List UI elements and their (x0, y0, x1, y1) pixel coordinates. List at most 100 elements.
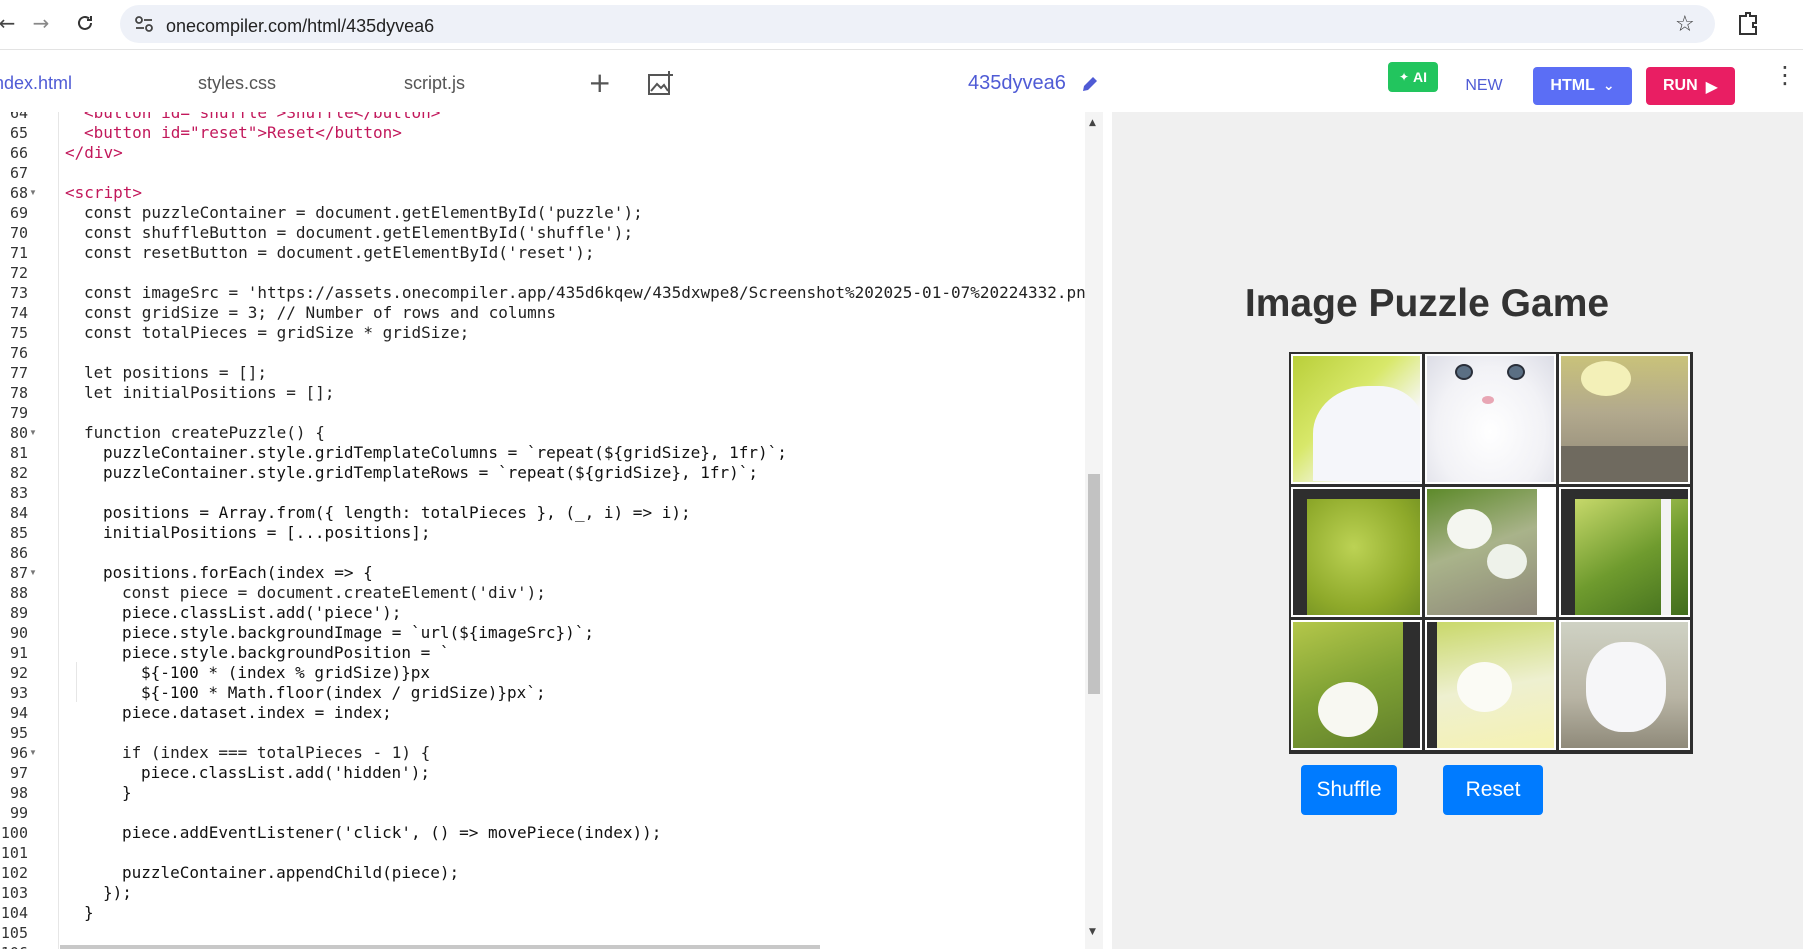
tab-index-html[interactable]: index.html (0, 73, 72, 94)
address-bar[interactable]: onecompiler.com/html/435dyvea6 ☆ (120, 5, 1715, 43)
ai-label: AI (1413, 69, 1428, 85)
code-line: const gridSize = 3; // Number of rows an… (84, 303, 557, 322)
puzzle-piece[interactable] (1425, 487, 1556, 617)
arrow-left-icon[interactable]: ← (0, 8, 22, 38)
fold-arrow-icon[interactable]: ▼ (29, 183, 37, 203)
puzzle-piece[interactable] (1425, 354, 1556, 484)
code-line: <script> (65, 183, 143, 202)
bookmark-star-icon[interactable]: ☆ (1675, 12, 1695, 37)
code-line: const totalPieces = gridSize * gridSize; (84, 323, 470, 342)
site-info-icon[interactable] (134, 15, 154, 38)
line-number: 77 (9, 364, 28, 382)
scrollbar-thumb[interactable] (1088, 474, 1100, 694)
code-line: positions = Array.from({ length: totalPi… (103, 503, 691, 522)
new-button[interactable]: NEW (1456, 67, 1512, 105)
line-number: 94 (9, 704, 28, 722)
line-number: 96 (9, 744, 28, 762)
new-label: NEW (1465, 77, 1503, 94)
language-select[interactable]: HTML ⌄ (1533, 67, 1632, 105)
puzzle-piece[interactable] (1559, 487, 1690, 617)
code-line: }); (103, 883, 132, 902)
code-line: piece.addEventListener('click', () => mo… (122, 823, 662, 842)
line-number: 102 (0, 864, 28, 882)
line-number: 78 (9, 384, 28, 402)
line-number: 85 (9, 524, 28, 542)
puzzle-grid (1289, 352, 1693, 754)
scroll-down-arrow-icon[interactable]: ▼ (1089, 927, 1096, 937)
puzzle-piece[interactable] (1291, 354, 1422, 484)
run-button[interactable]: RUN ▶ (1646, 67, 1735, 105)
tab-script-js[interactable]: script.js (404, 73, 465, 94)
shuffle-button[interactable]: Shuffle (1301, 765, 1397, 815)
line-number: 103 (0, 884, 28, 902)
add-image-icon[interactable] (647, 70, 675, 101)
code-line: piece.style.backgroundImage = `url(${ima… (122, 623, 595, 642)
line-number: 74 (9, 304, 28, 322)
line-number: 89 (9, 604, 28, 622)
line-number: 65 (9, 124, 28, 142)
puzzle-piece[interactable] (1559, 620, 1690, 750)
code-line: puzzleContainer.style.gridTemplateColumn… (103, 443, 787, 462)
line-number: 79 (9, 404, 28, 422)
editor-horizontal-scrollbar[interactable] (60, 945, 820, 949)
puzzle-piece[interactable] (1425, 620, 1556, 750)
more-vertical-icon[interactable]: ⋮ (1773, 63, 1797, 87)
line-number: 80 (9, 424, 28, 442)
ai-button[interactable]: ✦ AI (1388, 62, 1438, 92)
code-line: } (84, 903, 94, 922)
line-number: 97 (9, 764, 28, 782)
fold-arrow-icon[interactable]: ▼ (29, 423, 37, 443)
reset-button[interactable]: Reset (1443, 765, 1543, 815)
line-number: 101 (0, 844, 28, 862)
play-icon: ▶ (1705, 76, 1718, 96)
code-line: const piece = document.createElement('di… (122, 583, 546, 602)
fold-arrow-icon[interactable]: ▼ (29, 743, 37, 763)
chevron-down-icon: ⌄ (1602, 78, 1615, 94)
code-line: piece.dataset.index = index; (122, 703, 392, 722)
language-label: HTML (1550, 77, 1595, 94)
sparkle-icon: ✦ (1398, 70, 1410, 84)
code-line: let positions = []; (84, 363, 268, 382)
code-line: puzzleContainer.appendChild(piece); (122, 863, 460, 882)
line-number: 81 (9, 444, 28, 462)
code-line: let initialPositions = []; (84, 383, 335, 402)
line-number: 76 (9, 344, 28, 362)
puzzle-piece[interactable] (1291, 487, 1422, 617)
reload-icon[interactable] (70, 8, 100, 38)
line-number: 67 (9, 164, 28, 182)
line-number: 93 (9, 684, 28, 702)
scroll-up-arrow-icon[interactable]: ▲ (1089, 118, 1096, 128)
line-number: 100 (0, 824, 28, 842)
line-number-gutter: 64 65 66 67 68 ▼ 69 70 71 72 73 74 75 76 77 78 79 80 ▼ 81 82… (0, 112, 42, 949)
code-id-label: 435dyvea6 (968, 72, 1066, 94)
code-line: const resetButton = document.getElementB… (84, 243, 595, 262)
tab-styles-css[interactable]: styles.css (198, 73, 276, 94)
line-number: 95 (9, 724, 28, 742)
code-line: </div> (65, 143, 123, 162)
code-line: ${-100 * (index % gridSize)}px (141, 663, 430, 682)
line-number: 87 (9, 564, 28, 582)
line-number: 91 (9, 644, 28, 662)
line-number: 66 (9, 144, 28, 162)
line-number: 72 (9, 264, 28, 282)
puzzle-piece[interactable] (1559, 354, 1690, 484)
line-number: 82 (9, 464, 28, 482)
line-number: 86 (9, 544, 28, 562)
extensions-icon[interactable] (1736, 10, 1760, 41)
arrow-right-icon[interactable]: → (26, 8, 56, 38)
fold-arrow-icon[interactable]: ▼ (29, 563, 37, 583)
line-number: 70 (9, 224, 28, 242)
run-label: RUN (1663, 77, 1698, 94)
code-editor[interactable]: 64 65 66 67 68 ▼ 69 70 71 72 73 74 75 76 77 78 79 80 ▼ 81 82… (0, 112, 1085, 949)
edit-pencil-icon[interactable] (1080, 74, 1100, 99)
code-line: <button id="shuffle">Shuffle</button> (84, 112, 441, 122)
line-number: 92 (9, 664, 28, 682)
line-number: 104 (0, 904, 28, 922)
code-line: piece.classList.add('hidden'); (141, 763, 430, 782)
puzzle-piece[interactable] (1291, 620, 1422, 750)
code-line: <button id="reset">Reset</button> (84, 123, 402, 142)
line-number: 69 (9, 204, 28, 222)
add-file-icon[interactable]: + (588, 66, 611, 99)
output-preview: Image Puzzle Game Shuffle Reset (1112, 112, 1803, 949)
editor-vertical-scrollbar[interactable]: ▲ ▼ (1085, 112, 1103, 949)
